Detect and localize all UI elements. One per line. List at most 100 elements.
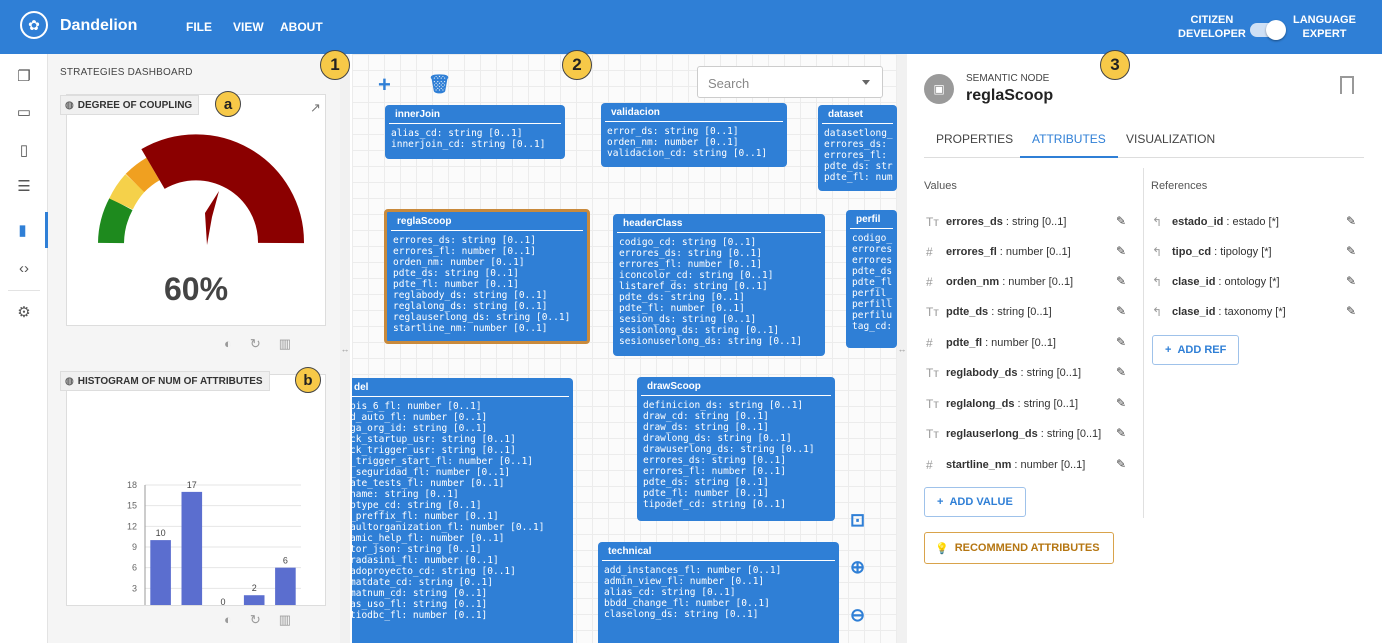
value-type: : string [0..1]: [1005, 216, 1067, 228]
coupling-card-actions: ◐ ↻ ▥: [224, 336, 291, 352]
edit-icon[interactable]: ✎: [1116, 214, 1126, 228]
value-name: startline_nm: [946, 459, 1012, 471]
node-innerjoin[interactable]: innerJoin alias_cd: string [0..1] innerj…: [385, 105, 565, 159]
y-tick-label: 6: [132, 563, 137, 573]
node-headerclass[interactable]: headerClass codigo_cd: string [0..1] err…: [613, 214, 825, 356]
node-technical[interactable]: technical add_instances_fl: number [0..1…: [598, 542, 839, 643]
value-name: reglauserlong_ds: [946, 428, 1038, 440]
settings-icon[interactable]: ⚙: [0, 294, 48, 330]
references-heading: References: [1151, 180, 1208, 192]
value-row[interactable]: # errores_fl: number [0..1]: [926, 242, 1071, 262]
recommend-label: RECOMMEND ATTRIBUTES: [954, 542, 1100, 554]
recommend-attributes-button[interactable]: 💡 RECOMMEND ATTRIBUTES: [924, 532, 1114, 564]
chevron-down-icon[interactable]: [862, 80, 870, 85]
globe-icon: ◍: [65, 375, 74, 387]
value-name: errores_ds: [946, 216, 1003, 228]
value-row[interactable]: # orden_nm: number [0..1]: [926, 272, 1073, 292]
add-value-button[interactable]: + ADD VALUE: [924, 487, 1026, 517]
diagram-canvas[interactable]: + 🗑 Search innerJoin alias_cd: string [0…: [352, 54, 897, 643]
node-drawscoop[interactable]: drawScoop definicion_ds: string [0..1] d…: [637, 377, 835, 521]
edit-icon[interactable]: ✎: [1346, 304, 1356, 318]
mode-toggle[interactable]: [1250, 20, 1286, 40]
zoom-out-icon[interactable]: ⊖: [850, 605, 865, 626]
y-tick-label: 9: [132, 542, 137, 552]
copy-icon[interactable]: ❐: [0, 58, 48, 94]
node-body: codigo_ errores errores pdte_ds pdte_fl …: [852, 233, 893, 332]
add-ref-button[interactable]: + ADD REF: [1152, 335, 1240, 365]
delete-icon[interactable]: ▥: [279, 612, 291, 628]
coupling-card-header: ◍ DEGREE OF COUPLING: [60, 95, 200, 115]
tab-visualization[interactable]: VISUALIZATION: [1126, 130, 1215, 158]
histogram-chart: 0369121518100-91710-19020-29230-39640+: [127, 480, 301, 605]
value-row[interactable]: Tт errores_ds: string [0..1]: [926, 212, 1066, 232]
reference-row[interactable]: ↰ estado_id: estado [*]: [1152, 212, 1279, 232]
edit-icon[interactable]: ✎: [1116, 244, 1126, 258]
left-splitter[interactable]: ↔: [340, 54, 350, 643]
edit-icon[interactable]: ✎: [1346, 274, 1356, 288]
value-row[interactable]: # startline_nm: number [0..1]: [926, 455, 1085, 475]
value-type: : string [0..1]: [1017, 398, 1078, 410]
refresh-icon[interactable]: ↻: [250, 336, 261, 352]
value-row[interactable]: Tт reglabody_ds: string [0..1]: [926, 363, 1081, 383]
reference-row[interactable]: ↰ tipo_cd: tipology [*]: [1152, 242, 1272, 262]
value-type: : number [0..1]: [985, 337, 1056, 349]
node-reglascoop[interactable]: reglaScoop errores_ds: string [0..1] err…: [384, 209, 590, 344]
node-perfil[interactable]: perfil codigo_ errores errores pdte_ds p…: [846, 210, 897, 348]
edit-icon[interactable]: ✎: [1116, 304, 1126, 318]
add-icon[interactable]: +: [378, 72, 391, 98]
y-tick-label: 12: [127, 521, 137, 531]
open-external-icon[interactable]: ↗: [310, 100, 321, 116]
folder-icon[interactable]: ▭: [0, 94, 48, 130]
node-body: codigo_cd: string [0..1] errores_ds: str…: [619, 237, 803, 347]
bar-value-label: 2: [252, 583, 257, 593]
menu-view[interactable]: VIEW: [233, 20, 264, 34]
y-tick-label: 0: [132, 604, 137, 605]
reference-row[interactable]: ↰ clase_id: ontology [*]: [1152, 272, 1280, 292]
delete-icon[interactable]: ▥: [279, 336, 291, 352]
value-row[interactable]: Tт reglalong_ds: string [0..1]: [926, 394, 1078, 414]
reference-row[interactable]: ↰ clase_id: taxonomy [*]: [1152, 302, 1286, 322]
value-row[interactable]: Tт pdte_ds: string [0..1]: [926, 302, 1052, 322]
edit-icon[interactable]: ✎: [1116, 457, 1126, 471]
trash-icon[interactable]: 🗑: [428, 74, 451, 95]
center-focus-icon[interactable]: ⊡: [850, 510, 865, 531]
right-splitter[interactable]: ↔: [897, 54, 907, 643]
menu-file[interactable]: FILE: [186, 20, 212, 34]
mode-language-expert[interactable]: LANGUAGE EXPERT: [1293, 13, 1356, 41]
tab-properties[interactable]: PROPERTIES: [936, 130, 1013, 158]
node-body: bis_6_fl: number [0..1] d_auto_fl: numbe…: [352, 401, 545, 621]
value-row[interactable]: Tт reglauserlong_ds: string [0..1]: [926, 424, 1101, 444]
palette-icon[interactable]: ◐: [224, 612, 232, 628]
search-input[interactable]: Search: [697, 66, 883, 98]
chart-icon[interactable]: ▮: [0, 212, 48, 248]
node-title: reglaScoop: [391, 212, 583, 231]
menu-about[interactable]: ABOUT: [280, 20, 323, 34]
y-tick-label: 3: [132, 583, 137, 593]
node-validacion[interactable]: validacion error_ds: string [0..1] orden…: [601, 103, 787, 167]
node-del[interactable]: del bis_6_fl: number [0..1] d_auto_fl: n…: [352, 378, 573, 643]
zoom-in-icon[interactable]: ⊕: [850, 557, 865, 578]
tune-icon[interactable]: ☰: [0, 168, 48, 204]
edit-icon[interactable]: ✎: [1116, 335, 1126, 349]
ref-name: clase_id: [1172, 276, 1216, 288]
edit-icon[interactable]: ✎: [1346, 214, 1356, 228]
bar-value-label: 17: [187, 480, 197, 490]
edit-icon[interactable]: ✎: [1116, 365, 1126, 379]
refresh-icon[interactable]: ↻: [250, 612, 261, 628]
mode-citizen-developer[interactable]: CITIZEN DEVELOPER: [1178, 13, 1246, 41]
value-name: pdte_fl: [946, 337, 983, 349]
tab-attributes[interactable]: ATTRIBUTES: [1020, 130, 1118, 158]
edit-icon[interactable]: ✎: [1116, 426, 1126, 440]
value-row[interactable]: # pdte_fl: number [0..1]: [926, 333, 1056, 353]
bookmark-icon[interactable]: [1340, 76, 1354, 94]
palette-icon[interactable]: ◐: [224, 336, 232, 352]
add-ref-label: ADD REF: [1177, 344, 1227, 356]
ref-type: : tipology [*]: [1214, 246, 1272, 258]
node-dataset[interactable]: dataset datasetlong_ errores_ds: errores…: [818, 105, 897, 191]
edit-icon[interactable]: ✎: [1346, 244, 1356, 258]
code-icon[interactable]: ‹›: [0, 250, 48, 286]
edit-icon[interactable]: ✎: [1116, 396, 1126, 410]
book-icon[interactable]: ▯: [0, 132, 48, 168]
edit-icon[interactable]: ✎: [1116, 274, 1126, 288]
node-title: headerClass: [617, 214, 821, 233]
